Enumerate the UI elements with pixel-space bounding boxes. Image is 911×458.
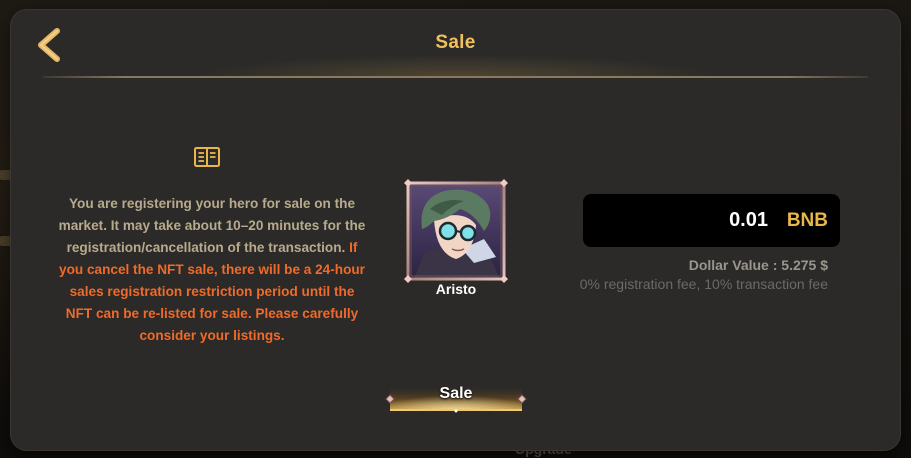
dollar-value: Dollar Value : 5.275 $ (688, 257, 828, 273)
sale-notice: You are registering your hero for sale o… (57, 193, 367, 347)
title-divider (43, 76, 868, 78)
book-icon (194, 147, 220, 167)
price-value: 0.01 (729, 209, 768, 231)
sale-button[interactable]: Sale (382, 379, 530, 413)
dialog-title: Sale (435, 32, 476, 53)
notice-text: You are registering your hero for sale o… (58, 196, 366, 255)
hero-portrait[interactable] (404, 179, 508, 283)
hero-name: Aristo (435, 281, 477, 297)
notice-warning: If you cancel the NFT sale, there will b… (59, 240, 365, 343)
price-currency: BNB (786, 210, 828, 231)
title-glow (191, 54, 721, 78)
fee-note: 0% registration fee, 10% transaction fee (579, 276, 828, 292)
price-input[interactable]: 0.01 BNB (583, 194, 840, 247)
sale-dialog: Sale You are registering your hero for s… (11, 10, 900, 450)
sale-button-label: Sale (439, 385, 473, 402)
